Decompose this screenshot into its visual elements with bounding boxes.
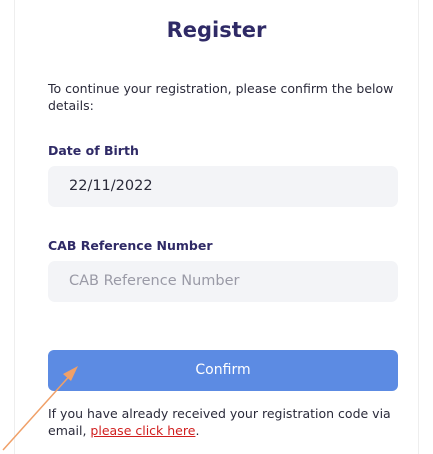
confirm-button[interactable]: Confirm (48, 350, 398, 391)
dob-label: Date of Birth (48, 143, 139, 158)
page-title: Register (166, 18, 267, 42)
cab-reference-input[interactable]: CAB Reference Number (48, 261, 398, 302)
footer-period: . (195, 423, 200, 438)
cab-label: CAB Reference Number (48, 238, 213, 253)
intro-text: To continue your registration, please co… (48, 81, 394, 113)
click-here-link[interactable]: please click here (90, 423, 195, 438)
footer-text: If you have already received your regist… (48, 405, 408, 439)
dob-field[interactable]: 22/11/2022 (48, 166, 398, 207)
register-card: Register To continue your registration, … (14, 0, 419, 454)
